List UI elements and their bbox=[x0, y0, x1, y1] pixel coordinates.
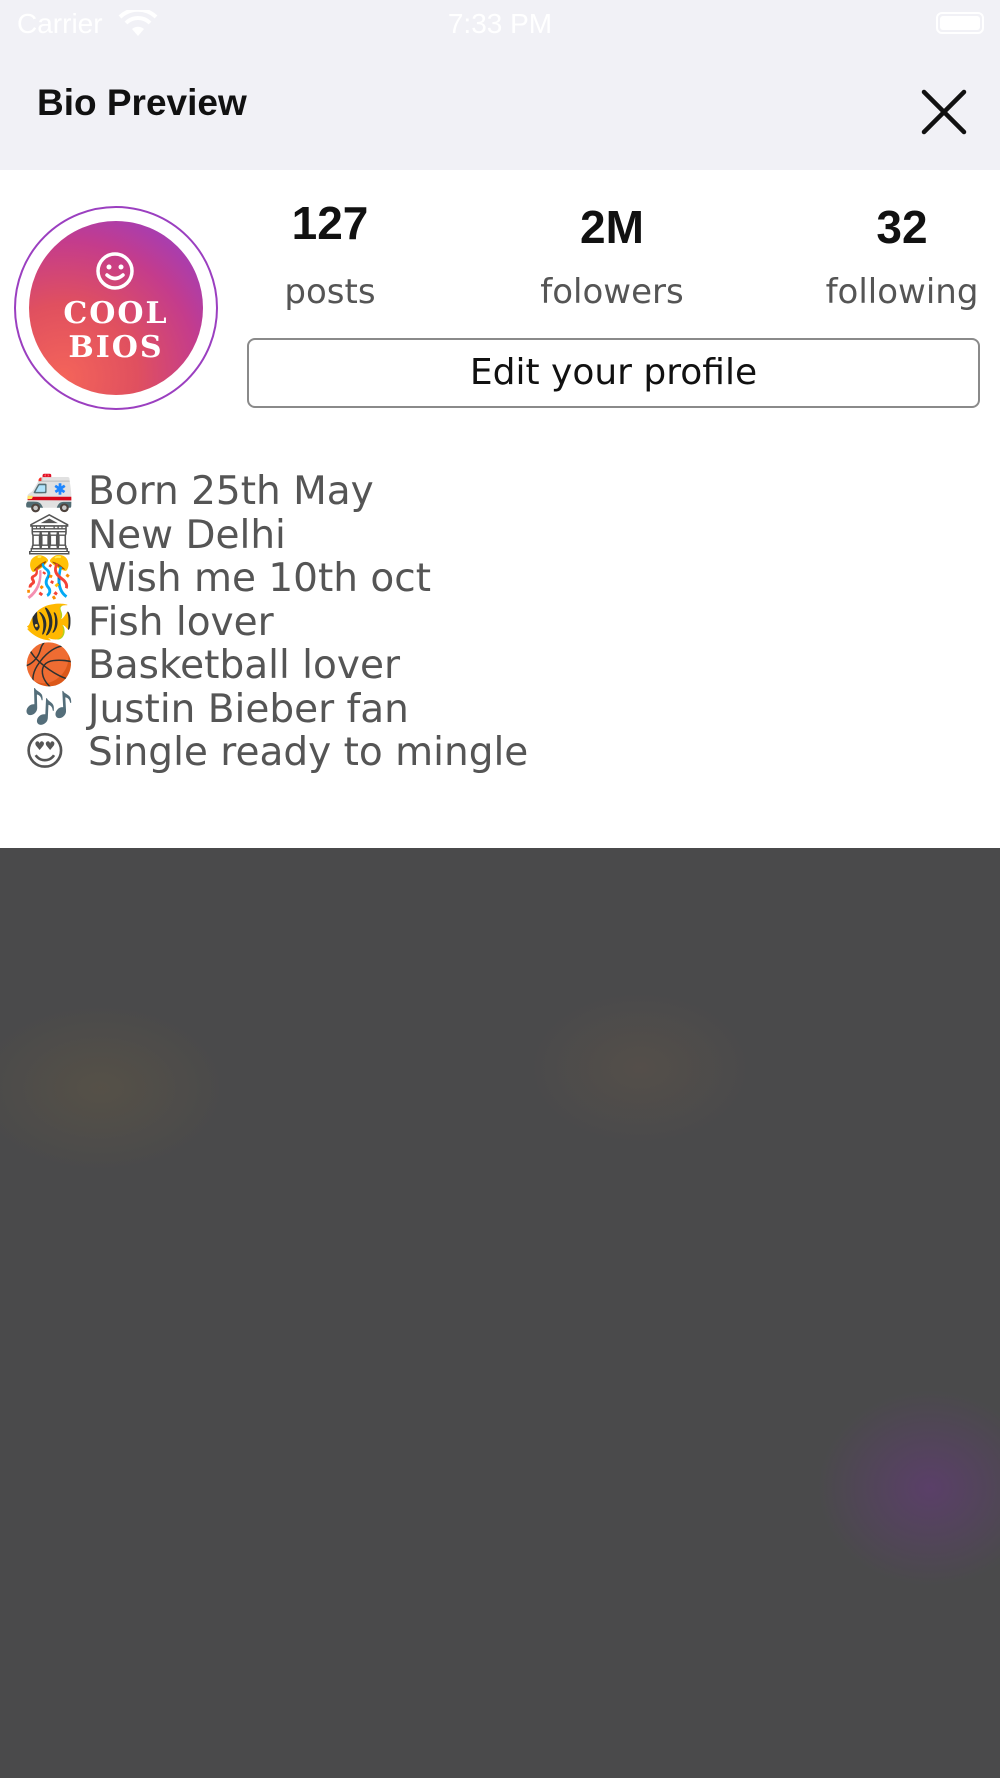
bio-line: 🐠 Fish lover bbox=[24, 598, 528, 645]
music-notes-icon: 🎶 bbox=[24, 685, 74, 732]
edit-profile-button[interactable]: Edit your profile bbox=[247, 338, 980, 408]
bio-text: Born 25th May bbox=[88, 469, 374, 515]
avatar-logo: COOL BIOS bbox=[29, 221, 203, 395]
bio-text: New Delhi bbox=[88, 512, 286, 558]
nav-bar: Bio Preview bbox=[0, 52, 1000, 170]
bio-line: 😍 Single ready to mingle bbox=[24, 729, 529, 776]
bio-text: Basketball lover bbox=[88, 643, 400, 689]
bio-line: 🏛 New Delhi bbox=[24, 511, 528, 558]
avatar-text-line1: COOL bbox=[63, 296, 169, 331]
bio-line: 🎊 Wish me 10th oct bbox=[24, 555, 528, 602]
stat-label: posts bbox=[284, 272, 376, 312]
bio-list: 🚑 Born 25th May 🏛 New Delhi 🎊 Wish me 10… bbox=[24, 468, 529, 776]
heart-eyes-icon: 😍 bbox=[24, 729, 66, 776]
status-time: 7:33 PM bbox=[447, 8, 553, 39]
smiley-icon bbox=[95, 251, 135, 291]
basketball-icon: 🏀 bbox=[24, 642, 74, 689]
dimmed-backdrop[interactable] bbox=[0, 848, 1000, 1778]
stat-posts: 127 posts bbox=[230, 196, 430, 312]
bio-line: 🏀 Basketball lover bbox=[24, 642, 528, 689]
battery-icon bbox=[936, 12, 984, 34]
ambulance-icon: 🚑 bbox=[24, 468, 74, 515]
bio-line: 🎶 Justin Bieber fan bbox=[24, 685, 528, 732]
avatar-text-line2: BIOS bbox=[68, 330, 164, 365]
close-icon[interactable] bbox=[920, 88, 968, 136]
bio-text: Justin Bieber fan bbox=[88, 686, 409, 732]
stat-label: following bbox=[825, 272, 979, 312]
stat-following: 32 following bbox=[802, 200, 1000, 312]
stat-value: 32 bbox=[876, 201, 928, 253]
fish-icon: 🐠 bbox=[24, 598, 74, 645]
avatar: COOL BIOS bbox=[14, 206, 218, 410]
stat-value: 127 bbox=[291, 197, 369, 249]
bio-text: Fish lover bbox=[88, 599, 274, 645]
stat-followers: 2M folowers bbox=[512, 200, 712, 312]
avatar-text: COOL BIOS bbox=[29, 297, 203, 365]
status-bar: Carrier 7:33 PM bbox=[0, 0, 1000, 52]
confetti-icon: 🎊 bbox=[24, 555, 74, 602]
page-title: Bio Preview bbox=[37, 82, 247, 123]
bio-text: Single ready to mingle bbox=[88, 730, 529, 776]
building-icon: 🏛 bbox=[24, 511, 75, 558]
stat-label: folowers bbox=[540, 272, 684, 312]
bio-text: Wish me 10th oct bbox=[88, 556, 431, 602]
stat-value: 2M bbox=[580, 201, 644, 253]
profile-panel: COOL BIOS 127 posts 2M folowers 32 follo… bbox=[0, 170, 1000, 848]
bio-line: 🚑 Born 25th May bbox=[24, 468, 528, 515]
